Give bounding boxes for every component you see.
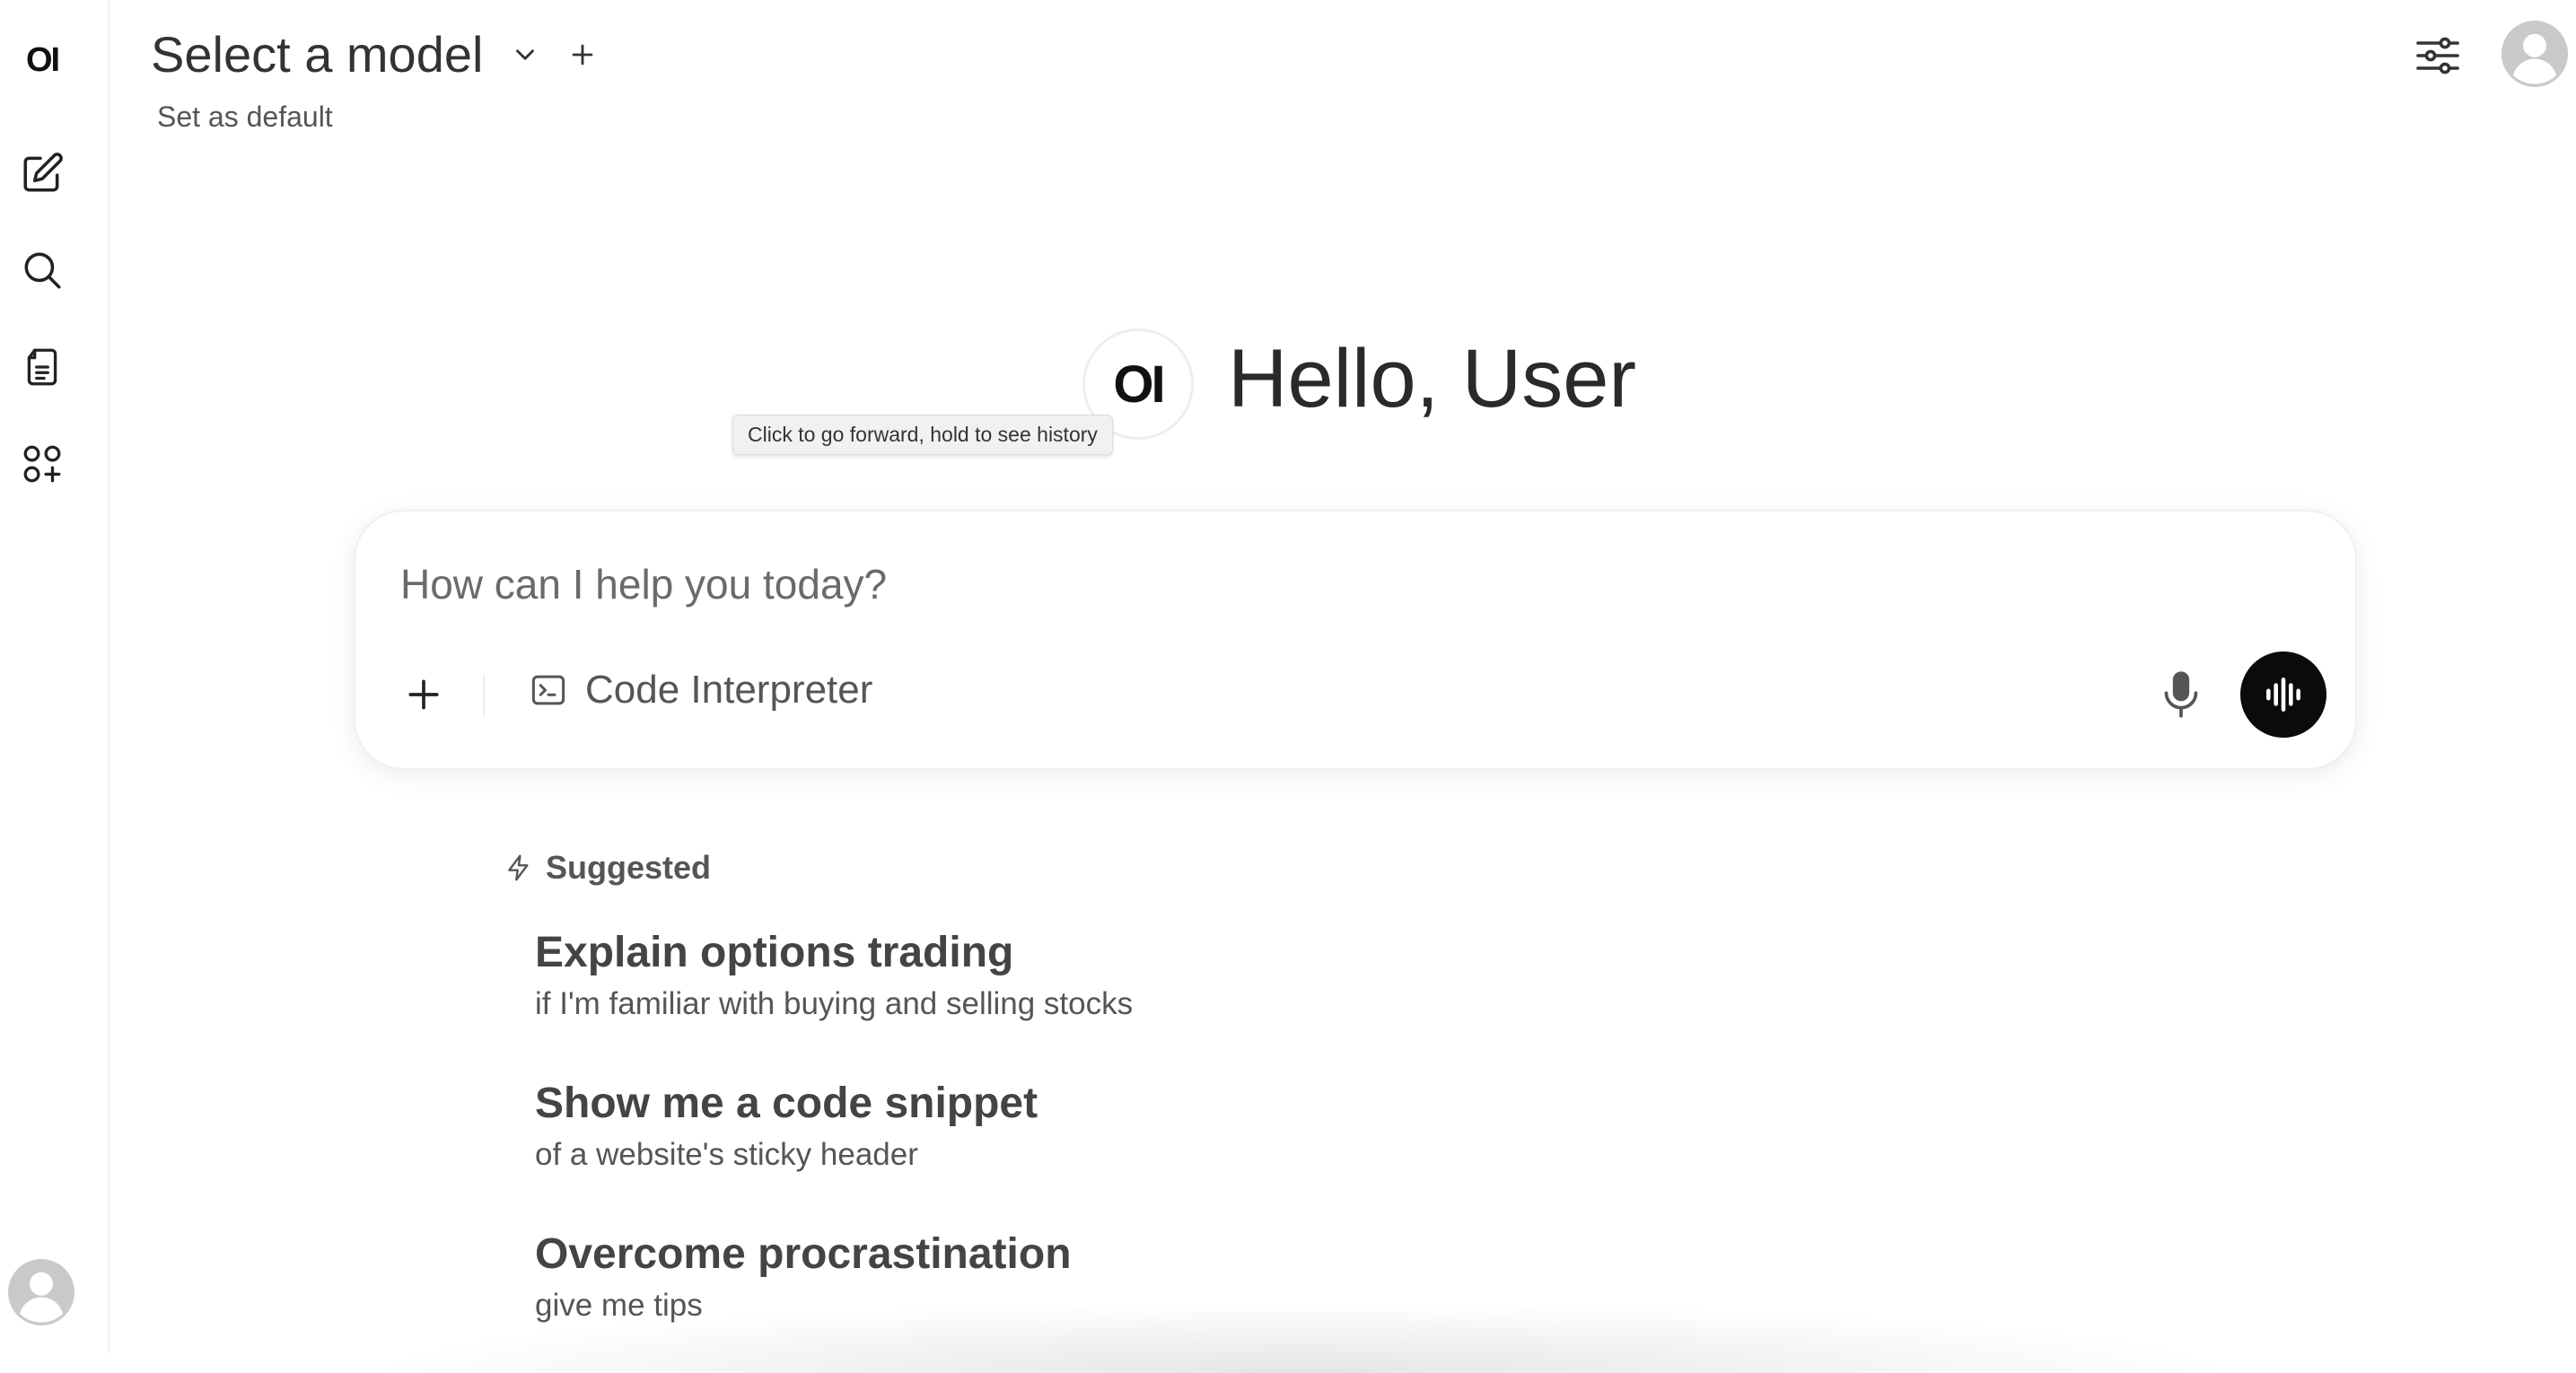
user-menu-button[interactable]	[7, 1258, 75, 1326]
chat-composer	[354, 510, 2357, 770]
add-model-icon[interactable]	[567, 39, 598, 70]
profile-avatar[interactable]	[2501, 20, 2569, 88]
dictate-button[interactable]	[2158, 668, 2204, 721]
suggestion-item[interactable]: Explain options trading if I'm familiar …	[535, 928, 1133, 1022]
microphone-icon	[2164, 671, 2198, 718]
suggestion-subtitle: of a website's sticky header	[535, 1137, 918, 1172]
model-selector[interactable]: Select a model	[151, 25, 598, 83]
model-title[interactable]: Select a model	[151, 25, 483, 83]
model-logo-text: OI	[1113, 354, 1165, 414]
waveform-icon	[2266, 678, 2300, 712]
bottom-shadow	[359, 1301, 2244, 1373]
app-logo[interactable]: OI	[20, 38, 65, 83]
attach-button[interactable]	[399, 671, 449, 718]
chevron-down-icon[interactable]	[510, 39, 540, 70]
search-icon	[24, 252, 61, 289]
code-interpreter-label: Code Interpreter	[585, 668, 873, 712]
suggestion-subtitle: if I'm familiar with buying and selling …	[535, 986, 1134, 1021]
sliders-icon	[2416, 37, 2459, 74]
workspace-button[interactable]	[20, 442, 65, 486]
suggestion-item[interactable]: Show me a code snippet of a website's st…	[535, 1079, 1038, 1173]
suggested-heading: Suggested	[504, 849, 711, 887]
navigation-tooltip: Click to go forward, hold to see history	[732, 415, 1113, 455]
new-chat-icon	[23, 153, 63, 192]
suggestion-title: Show me a code snippet	[535, 1080, 1038, 1127]
notes-icon	[27, 348, 57, 386]
avatar-icon	[2502, 21, 2568, 87]
greeting-heading: Hello, User	[1228, 333, 1637, 424]
new-chat-button[interactable]	[20, 151, 65, 196]
terminal-icon	[531, 675, 565, 705]
suggestion-title: Overcome procrastination	[535, 1230, 1072, 1278]
set-default-link[interactable]: Set as default	[157, 101, 333, 134]
suggestion-title: Explain options trading	[535, 929, 1014, 976]
sidebar: OI	[0, 0, 110, 1353]
code-interpreter-toggle[interactable]: Code Interpreter	[530, 668, 872, 713]
suggested-label: Suggested	[546, 849, 712, 886]
lightning-icon	[508, 854, 529, 881]
avatar-icon	[8, 1259, 74, 1325]
notes-button[interactable]	[20, 345, 65, 389]
voice-mode-button[interactable]	[2240, 652, 2326, 738]
workspace-icon	[23, 445, 61, 483]
search-button[interactable]	[20, 248, 65, 293]
logo-text: OI	[25, 40, 60, 79]
controls-button[interactable]	[2413, 32, 2463, 79]
toolbar-divider	[483, 675, 485, 716]
plus-icon	[408, 679, 439, 710]
message-input[interactable]: How can I help you today?	[400, 560, 887, 608]
